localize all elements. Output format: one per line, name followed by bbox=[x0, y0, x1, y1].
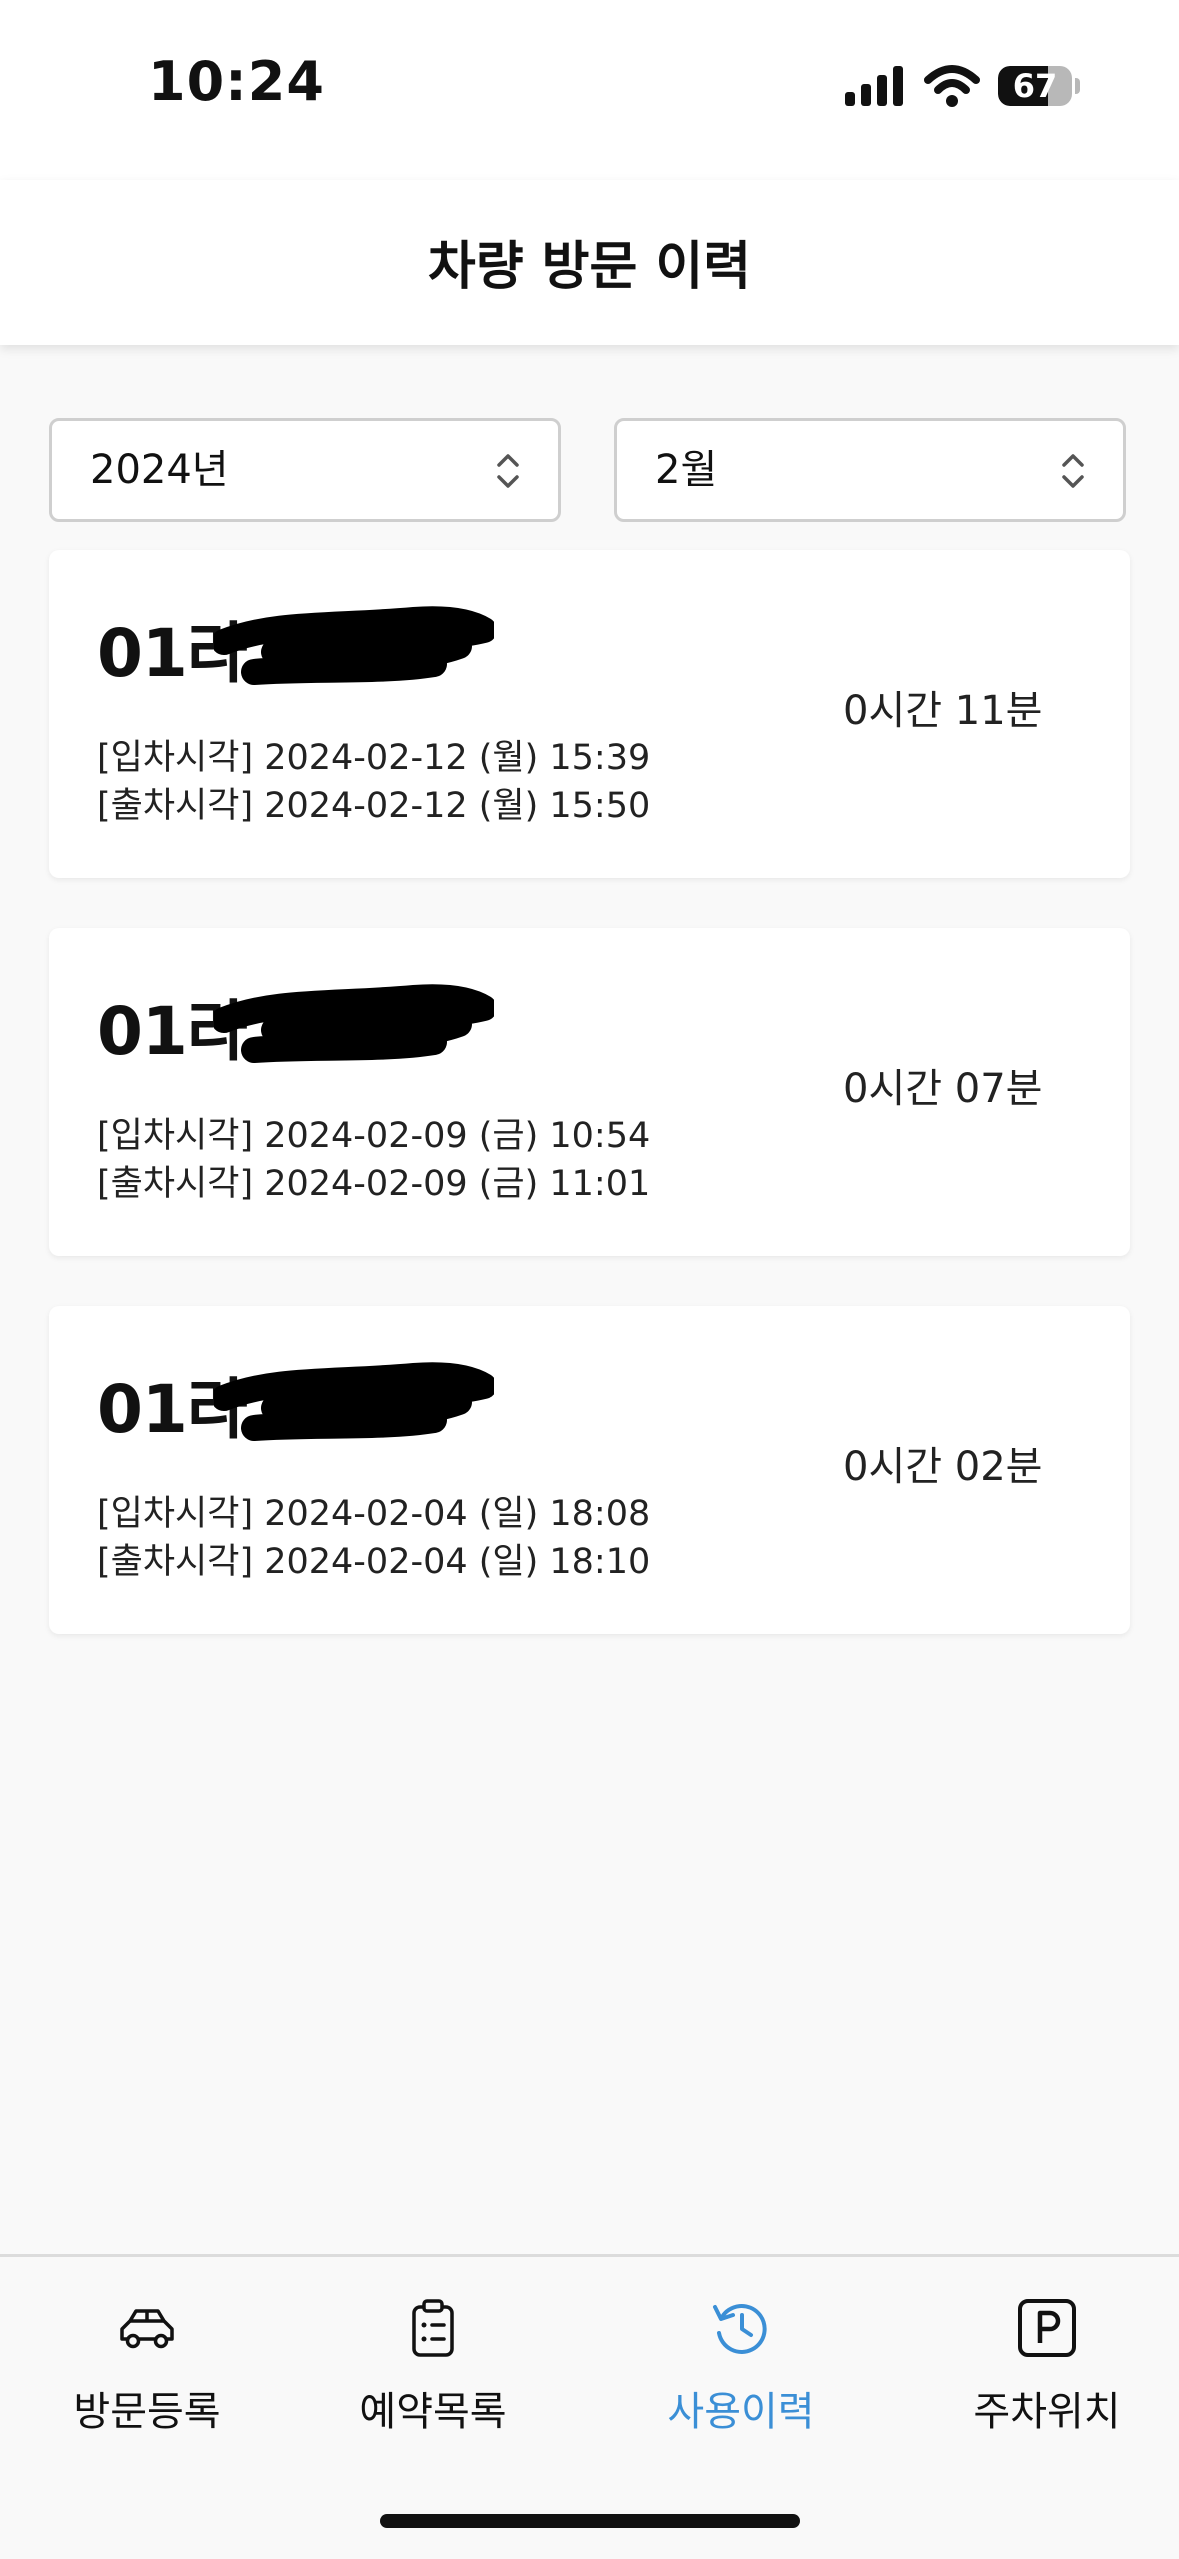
visit-times: [입차시각] 2024-02-04 (일) 18:08 [출차시각] 2024-… bbox=[97, 1490, 650, 1586]
cellular-signal-icon bbox=[845, 66, 903, 106]
entry-time: [입차시각] 2024-02-09 (금) 10:54 bbox=[97, 1116, 651, 1156]
nav-label: 방문등록 bbox=[73, 2389, 221, 2435]
wifi-icon bbox=[924, 65, 980, 107]
visit-duration: 0시간 11분 bbox=[843, 688, 1043, 734]
visit-card[interactable]: 01라 [입차시각] 2024-02-12 (월) 15:39 [출차시각] 2… bbox=[49, 550, 1130, 878]
nav-label: 주차위치 bbox=[973, 2389, 1121, 2435]
battery-cap bbox=[1075, 78, 1080, 94]
status-bar: 10:24 67 bbox=[0, 0, 1179, 180]
exit-time: [출차시각] 2024-02-04 (일) 18:10 bbox=[97, 1542, 651, 1582]
redaction-scribble bbox=[214, 606, 494, 685]
nav-item-usage-history[interactable]: 사용이력 bbox=[594, 2297, 888, 2447]
clipboard-icon bbox=[412, 2299, 454, 2357]
exit-time: [출차시각] 2024-02-12 (월) 15:50 bbox=[97, 786, 651, 826]
year-select-value: 2024년 bbox=[90, 447, 229, 493]
chevron-updown-icon bbox=[497, 454, 519, 488]
entry-time: [입차시각] 2024-02-04 (일) 18:08 bbox=[97, 1494, 651, 1534]
nav-item-parking-location[interactable]: 주차위치 bbox=[900, 2297, 1179, 2447]
parking-icon bbox=[1018, 2299, 1076, 2357]
battery-icon: 67 bbox=[998, 66, 1072, 106]
visit-card[interactable]: 01라 [입차시각] 2024-02-09 (금) 10:54 [출차시각] 2… bbox=[49, 928, 1130, 1256]
entry-time: [입차시각] 2024-02-12 (월) 15:39 bbox=[97, 738, 651, 778]
visit-times: [입차시각] 2024-02-12 (월) 15:39 [출차시각] 2024-… bbox=[97, 734, 650, 830]
nav-label: 사용이력 bbox=[667, 2389, 815, 2435]
visit-duration: 0시간 02분 bbox=[843, 1444, 1043, 1490]
nav-label: 예약목록 bbox=[359, 2389, 507, 2435]
battery-percentage: 67 bbox=[1012, 67, 1058, 105]
history-icon bbox=[713, 2303, 767, 2354]
year-select[interactable]: 2024년 bbox=[49, 418, 561, 522]
nav-item-visit-register[interactable]: 방문등록 bbox=[0, 2297, 294, 2447]
car-icon bbox=[120, 2309, 174, 2349]
redaction-scribble bbox=[214, 1362, 494, 1441]
app-header: 차량 방문 이력 bbox=[0, 180, 1179, 345]
exit-time: [출차시각] 2024-02-09 (금) 11:01 bbox=[97, 1164, 651, 1204]
battery-indicator: 67 bbox=[998, 64, 1080, 108]
month-select-value: 2월 bbox=[655, 447, 718, 493]
home-indicator bbox=[380, 2514, 800, 2528]
visit-times: [입차시각] 2024-02-09 (금) 10:54 [출차시각] 2024-… bbox=[97, 1112, 650, 1208]
visit-duration: 0시간 07분 bbox=[843, 1066, 1043, 1112]
visit-card[interactable]: 01라 [입차시각] 2024-02-04 (일) 18:08 [출차시각] 2… bbox=[49, 1306, 1130, 1634]
status-time: 10:24 bbox=[148, 50, 325, 113]
month-select[interactable]: 2월 bbox=[614, 418, 1126, 522]
chevron-updown-icon bbox=[1062, 454, 1084, 488]
nav-item-reservation-list[interactable]: 예약목록 bbox=[286, 2297, 580, 2447]
page-title: 차량 방문 이력 bbox=[427, 237, 752, 297]
redaction-scribble bbox=[214, 984, 494, 1063]
